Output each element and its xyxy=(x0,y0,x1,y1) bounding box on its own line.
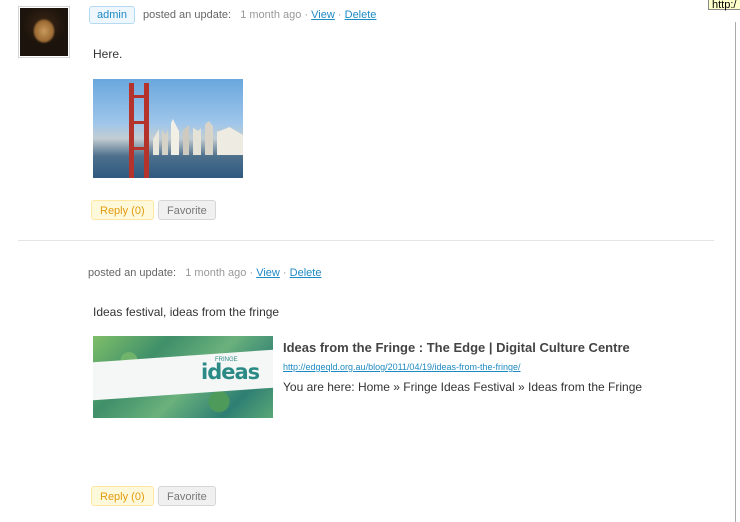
separator: · xyxy=(304,9,309,21)
post-1-meta: admin posted an update: 1 month ago · Vie… xyxy=(89,6,376,24)
link-description: You are here: Home » Fringe Ideas Festiv… xyxy=(283,380,643,394)
timestamp: 1 month ago xyxy=(185,267,247,279)
post-1-photo[interactable] xyxy=(93,79,243,178)
reply-button[interactable]: Reply (0) xyxy=(91,486,154,506)
view-link[interactable]: View xyxy=(311,9,335,21)
timestamp: 1 month ago xyxy=(240,9,302,21)
bridge-tower xyxy=(127,83,151,178)
link-thumbnail[interactable]: FRINGE ideas xyxy=(93,336,273,418)
action-text: posted an update: xyxy=(88,267,177,279)
user-link-admin[interactable]: admin xyxy=(89,6,135,24)
link-title[interactable]: Ideas from the Fringe : The Edge | Digit… xyxy=(283,340,630,355)
delete-link[interactable]: Delete xyxy=(345,9,377,21)
separator: · xyxy=(282,267,287,279)
post-1-text: Here. xyxy=(93,47,123,61)
separator: · xyxy=(249,267,254,279)
avatar-image xyxy=(20,8,68,56)
favorite-button[interactable]: Favorite xyxy=(158,486,216,506)
reply-button[interactable]: Reply (0) xyxy=(91,200,154,220)
city-skyline xyxy=(153,119,243,155)
action-text: posted an update: xyxy=(142,9,232,21)
view-link[interactable]: View xyxy=(256,267,280,279)
post-2-meta: posted an update: 1 month ago · View · D… xyxy=(88,267,321,279)
post-divider xyxy=(18,240,714,241)
separator: · xyxy=(337,9,342,21)
post-2-text: Ideas festival, ideas from the fringe xyxy=(93,305,280,319)
window-edge xyxy=(735,22,736,522)
link-url[interactable]: http://edgeqld.org.au/blog/2011/04/19/id… xyxy=(283,362,521,372)
delete-link[interactable]: Delete xyxy=(290,267,322,279)
favorite-button[interactable]: Favorite xyxy=(158,200,216,220)
thumbnail-logo-text: ideas xyxy=(201,360,260,384)
url-tooltip: http:/ xyxy=(708,0,740,11)
avatar[interactable] xyxy=(18,6,70,58)
